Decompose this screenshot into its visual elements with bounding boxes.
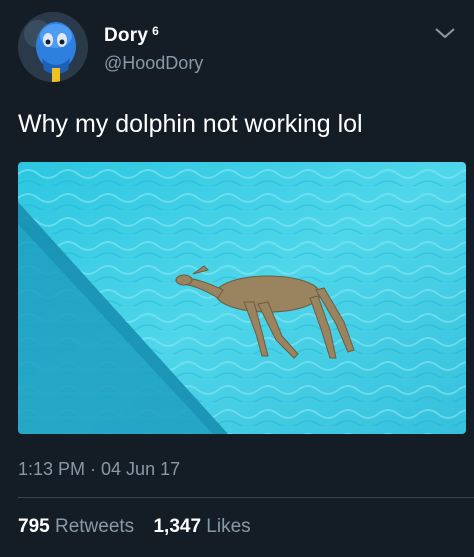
tweet-media[interactable] xyxy=(18,162,466,434)
avatar-image xyxy=(18,12,88,82)
likes-count: 1,347 xyxy=(153,516,202,537)
name-block: Dory 6 @HoodDory xyxy=(104,24,203,74)
likes-label: Likes xyxy=(206,516,251,537)
avatar[interactable] xyxy=(18,12,88,82)
tweet-header: Dory 6 @HoodDory xyxy=(18,12,456,88)
retweets-stat[interactable]: 795 Retweets xyxy=(18,516,134,538)
tweet-timestamp[interactable]: 1:13 PM · 04 Jun 17 xyxy=(18,459,180,480)
chevron-down-icon[interactable] xyxy=(434,26,456,40)
stats-divider xyxy=(18,497,474,498)
tweet-stats: 795 Retweets 1,347 Likes xyxy=(18,516,251,538)
likes-stat[interactable]: 1,347 Likes xyxy=(153,516,250,538)
name-badge: 6 xyxy=(152,24,159,38)
tweet-card: Dory 6 @HoodDory Why my dolphin not worki… xyxy=(0,0,474,557)
media-image xyxy=(18,162,466,434)
retweets-label: Retweets xyxy=(54,516,135,537)
retweets-count: 795 xyxy=(18,516,50,537)
display-name[interactable]: Dory xyxy=(104,25,148,47)
tweet-text: Why my dolphin not working lol xyxy=(18,110,363,138)
user-handle[interactable]: @HoodDory xyxy=(104,53,203,74)
